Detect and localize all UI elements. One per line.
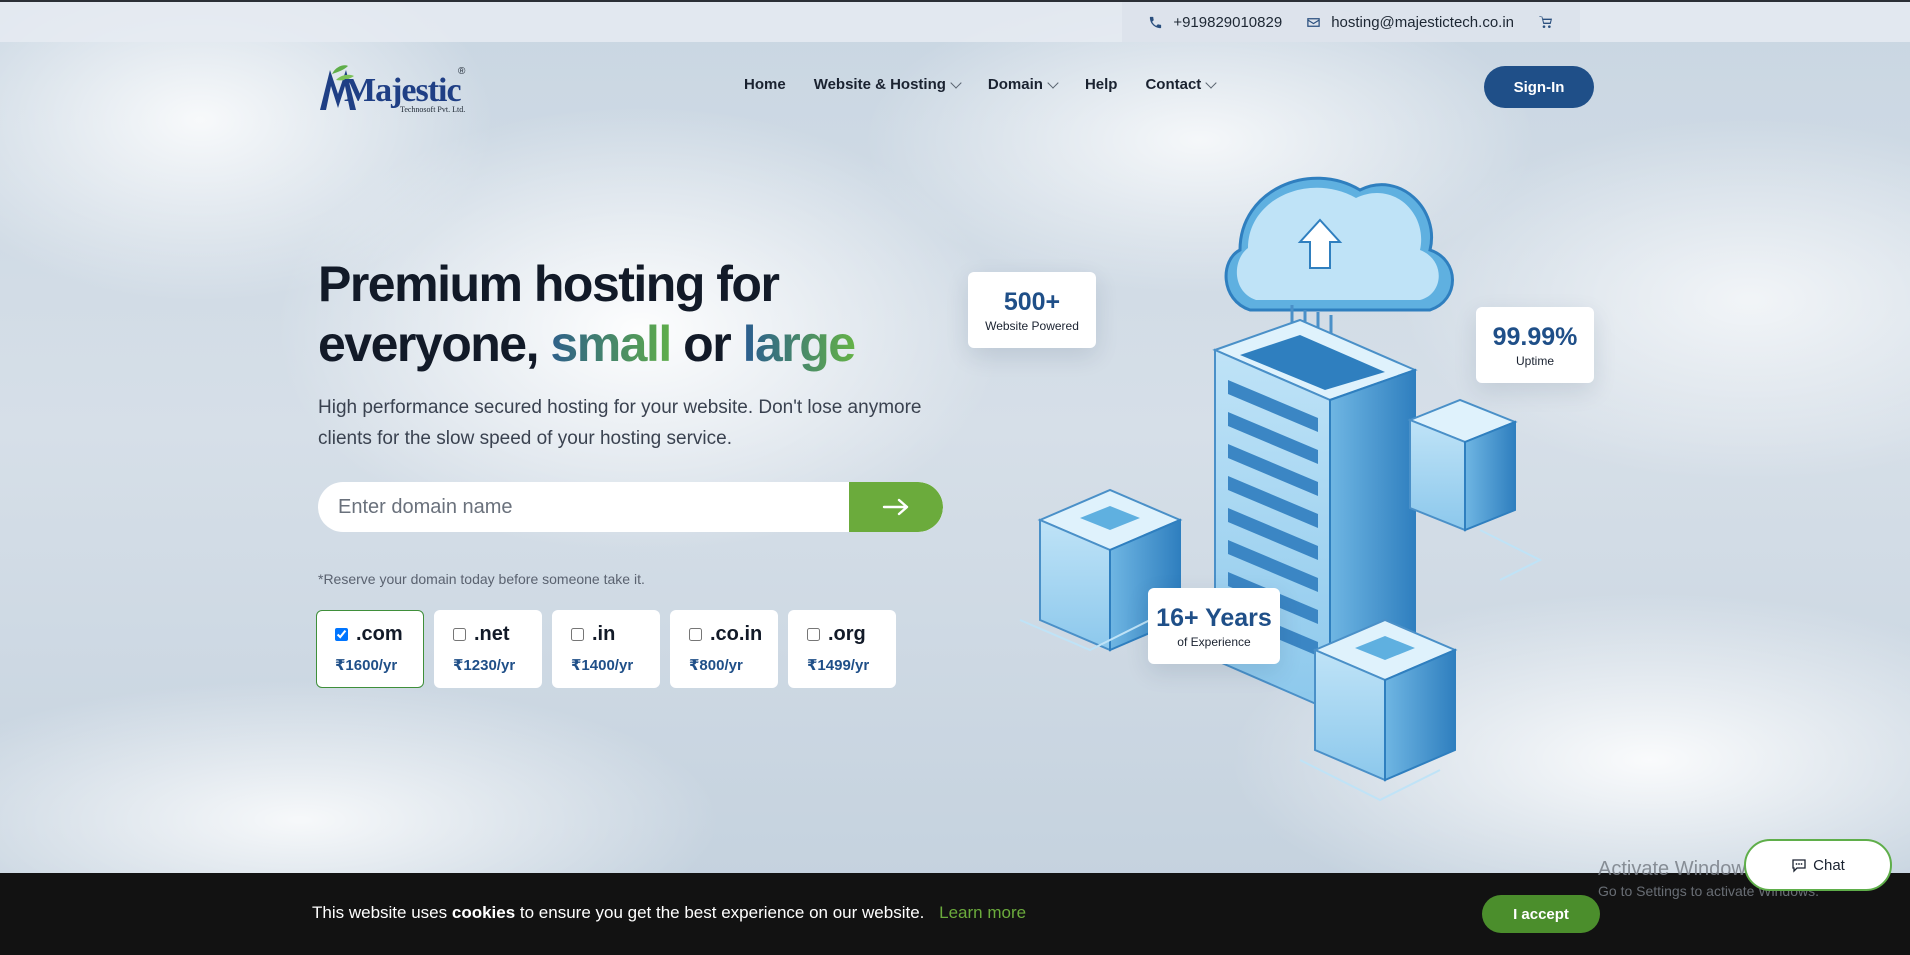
tld-option-net[interactable]: .net ₹1230/yr xyxy=(434,610,542,688)
cart-button[interactable] xyxy=(1526,14,1566,30)
tld-checkbox[interactable] xyxy=(335,628,348,641)
chat-bubble-icon xyxy=(1792,859,1806,873)
stat-label: of Experience xyxy=(1177,634,1251,649)
hero-title: Premium hosting for everyone, small or l… xyxy=(318,254,958,374)
reserve-note: *Reserve your domain today before someon… xyxy=(318,571,645,587)
stat-value: 16+ Years xyxy=(1156,603,1272,632)
brand-logo[interactable]: Majestic ® Technosoft Pvt. Ltd. xyxy=(316,60,476,120)
tld-name: .com xyxy=(356,623,403,645)
tld-name: .org xyxy=(828,623,866,645)
envelope-icon xyxy=(1307,17,1320,27)
logo-registered-mark: ® xyxy=(458,66,466,77)
accept-cookies-button[interactable]: I accept xyxy=(1482,895,1600,933)
stat-label: Website Powered xyxy=(985,318,1079,333)
server-stack-front xyxy=(1312,618,1458,782)
cookie-text-after: to ensure you get the best experience on… xyxy=(519,903,925,922)
stat-value: 99.99% xyxy=(1492,322,1578,351)
email-address: hosting@majestictech.co.in xyxy=(1331,13,1514,31)
nav-contact[interactable]: Contact xyxy=(1131,76,1229,93)
arrow-right-icon xyxy=(882,498,909,516)
phone-number: +919829010829 xyxy=(1173,13,1283,31)
contact-strip: +919829010829 hosting@majestictech.co.in xyxy=(1122,2,1580,42)
nav-label: Contact xyxy=(1145,76,1202,93)
learn-more-link[interactable]: Learn more xyxy=(939,903,1026,922)
chat-button[interactable]: Chat xyxy=(1744,839,1892,891)
main-nav: Home Website & Hosting Domain Help Conta… xyxy=(730,76,1229,93)
hero-title-large: large xyxy=(742,316,857,372)
tld-options: .com ₹1600/yr .net ₹1230/yr .in ₹1400/yr… xyxy=(316,610,896,688)
hero-title-small: small xyxy=(550,316,672,372)
tld-option-com[interactable]: .com ₹1600/yr xyxy=(316,610,424,688)
tld-option-co-in[interactable]: .co.in ₹800/yr xyxy=(670,610,778,688)
nav-label: Domain xyxy=(987,76,1043,93)
tld-price: ₹800/yr xyxy=(689,657,743,674)
stat-label: Uptime xyxy=(1515,353,1554,368)
chevron-down-icon xyxy=(950,76,962,89)
nav-label: Home xyxy=(744,76,786,93)
stat-card-experience: 16+ Years of Experience xyxy=(1148,588,1280,664)
hero-title-prefix: everyone, xyxy=(318,316,539,372)
cookie-message: This website uses cookies to ensure you … xyxy=(312,903,1026,923)
domain-search-button[interactable] xyxy=(849,482,943,532)
chevron-down-icon xyxy=(1047,76,1059,89)
server-illustration xyxy=(1019,176,1543,802)
stat-value: 500+ xyxy=(1003,287,1061,316)
domain-search-input[interactable] xyxy=(318,482,849,532)
stat-card-websites: 500+ Website Powered xyxy=(968,272,1096,348)
logo-subtitle: Technosoft Pvt. Ltd. xyxy=(400,105,466,114)
cookie-text-before: This website uses xyxy=(312,903,448,922)
nav-domain[interactable]: Domain xyxy=(974,76,1071,93)
tld-price: ₹1230/yr xyxy=(453,657,516,674)
phone-link[interactable]: +919829010829 xyxy=(1136,14,1294,31)
tld-price: ₹1400/yr xyxy=(571,657,634,674)
tld-checkbox[interactable] xyxy=(689,628,702,641)
signin-button[interactable]: Sign-In xyxy=(1484,66,1594,108)
hero-subtitle: High performance secured hosting for you… xyxy=(318,397,922,449)
tld-option-org[interactable]: .org ₹1499/yr xyxy=(788,610,896,688)
hero-title-or: or xyxy=(683,316,732,372)
stat-card-uptime: 99.99% Uptime xyxy=(1476,307,1594,383)
phone-icon xyxy=(1150,16,1162,28)
tld-checkbox[interactable] xyxy=(453,628,466,641)
chat-label: Chat xyxy=(1813,856,1845,874)
tld-price: ₹1600/yr xyxy=(335,657,398,674)
tld-option-in[interactable]: .in ₹1400/yr xyxy=(552,610,660,688)
tld-name: .co.in xyxy=(710,623,763,645)
chevron-down-icon xyxy=(1205,76,1217,89)
cookie-text-bold: cookies xyxy=(451,903,516,922)
tld-checkbox[interactable] xyxy=(571,628,584,641)
tld-price: ₹1499/yr xyxy=(807,657,870,674)
nav-help[interactable]: Help xyxy=(1071,76,1132,93)
cart-icon xyxy=(1539,16,1552,28)
domain-search xyxy=(318,482,943,532)
tld-name: .in xyxy=(592,623,616,645)
tld-name: .net xyxy=(474,623,510,645)
nav-home[interactable]: Home xyxy=(730,76,800,93)
tld-checkbox[interactable] xyxy=(807,628,820,641)
nav-label: Help xyxy=(1084,76,1118,93)
server-stack-right xyxy=(1407,398,1518,532)
top-bar: +919829010829 hosting@majestictech.co.in xyxy=(0,0,1910,42)
email-link[interactable]: hosting@majestictech.co.in xyxy=(1294,14,1526,31)
hero-title-line1: Premium hosting for xyxy=(318,256,780,312)
nav-label: Website & Hosting xyxy=(813,76,946,93)
nav-website-hosting[interactable]: Website & Hosting xyxy=(800,76,974,93)
